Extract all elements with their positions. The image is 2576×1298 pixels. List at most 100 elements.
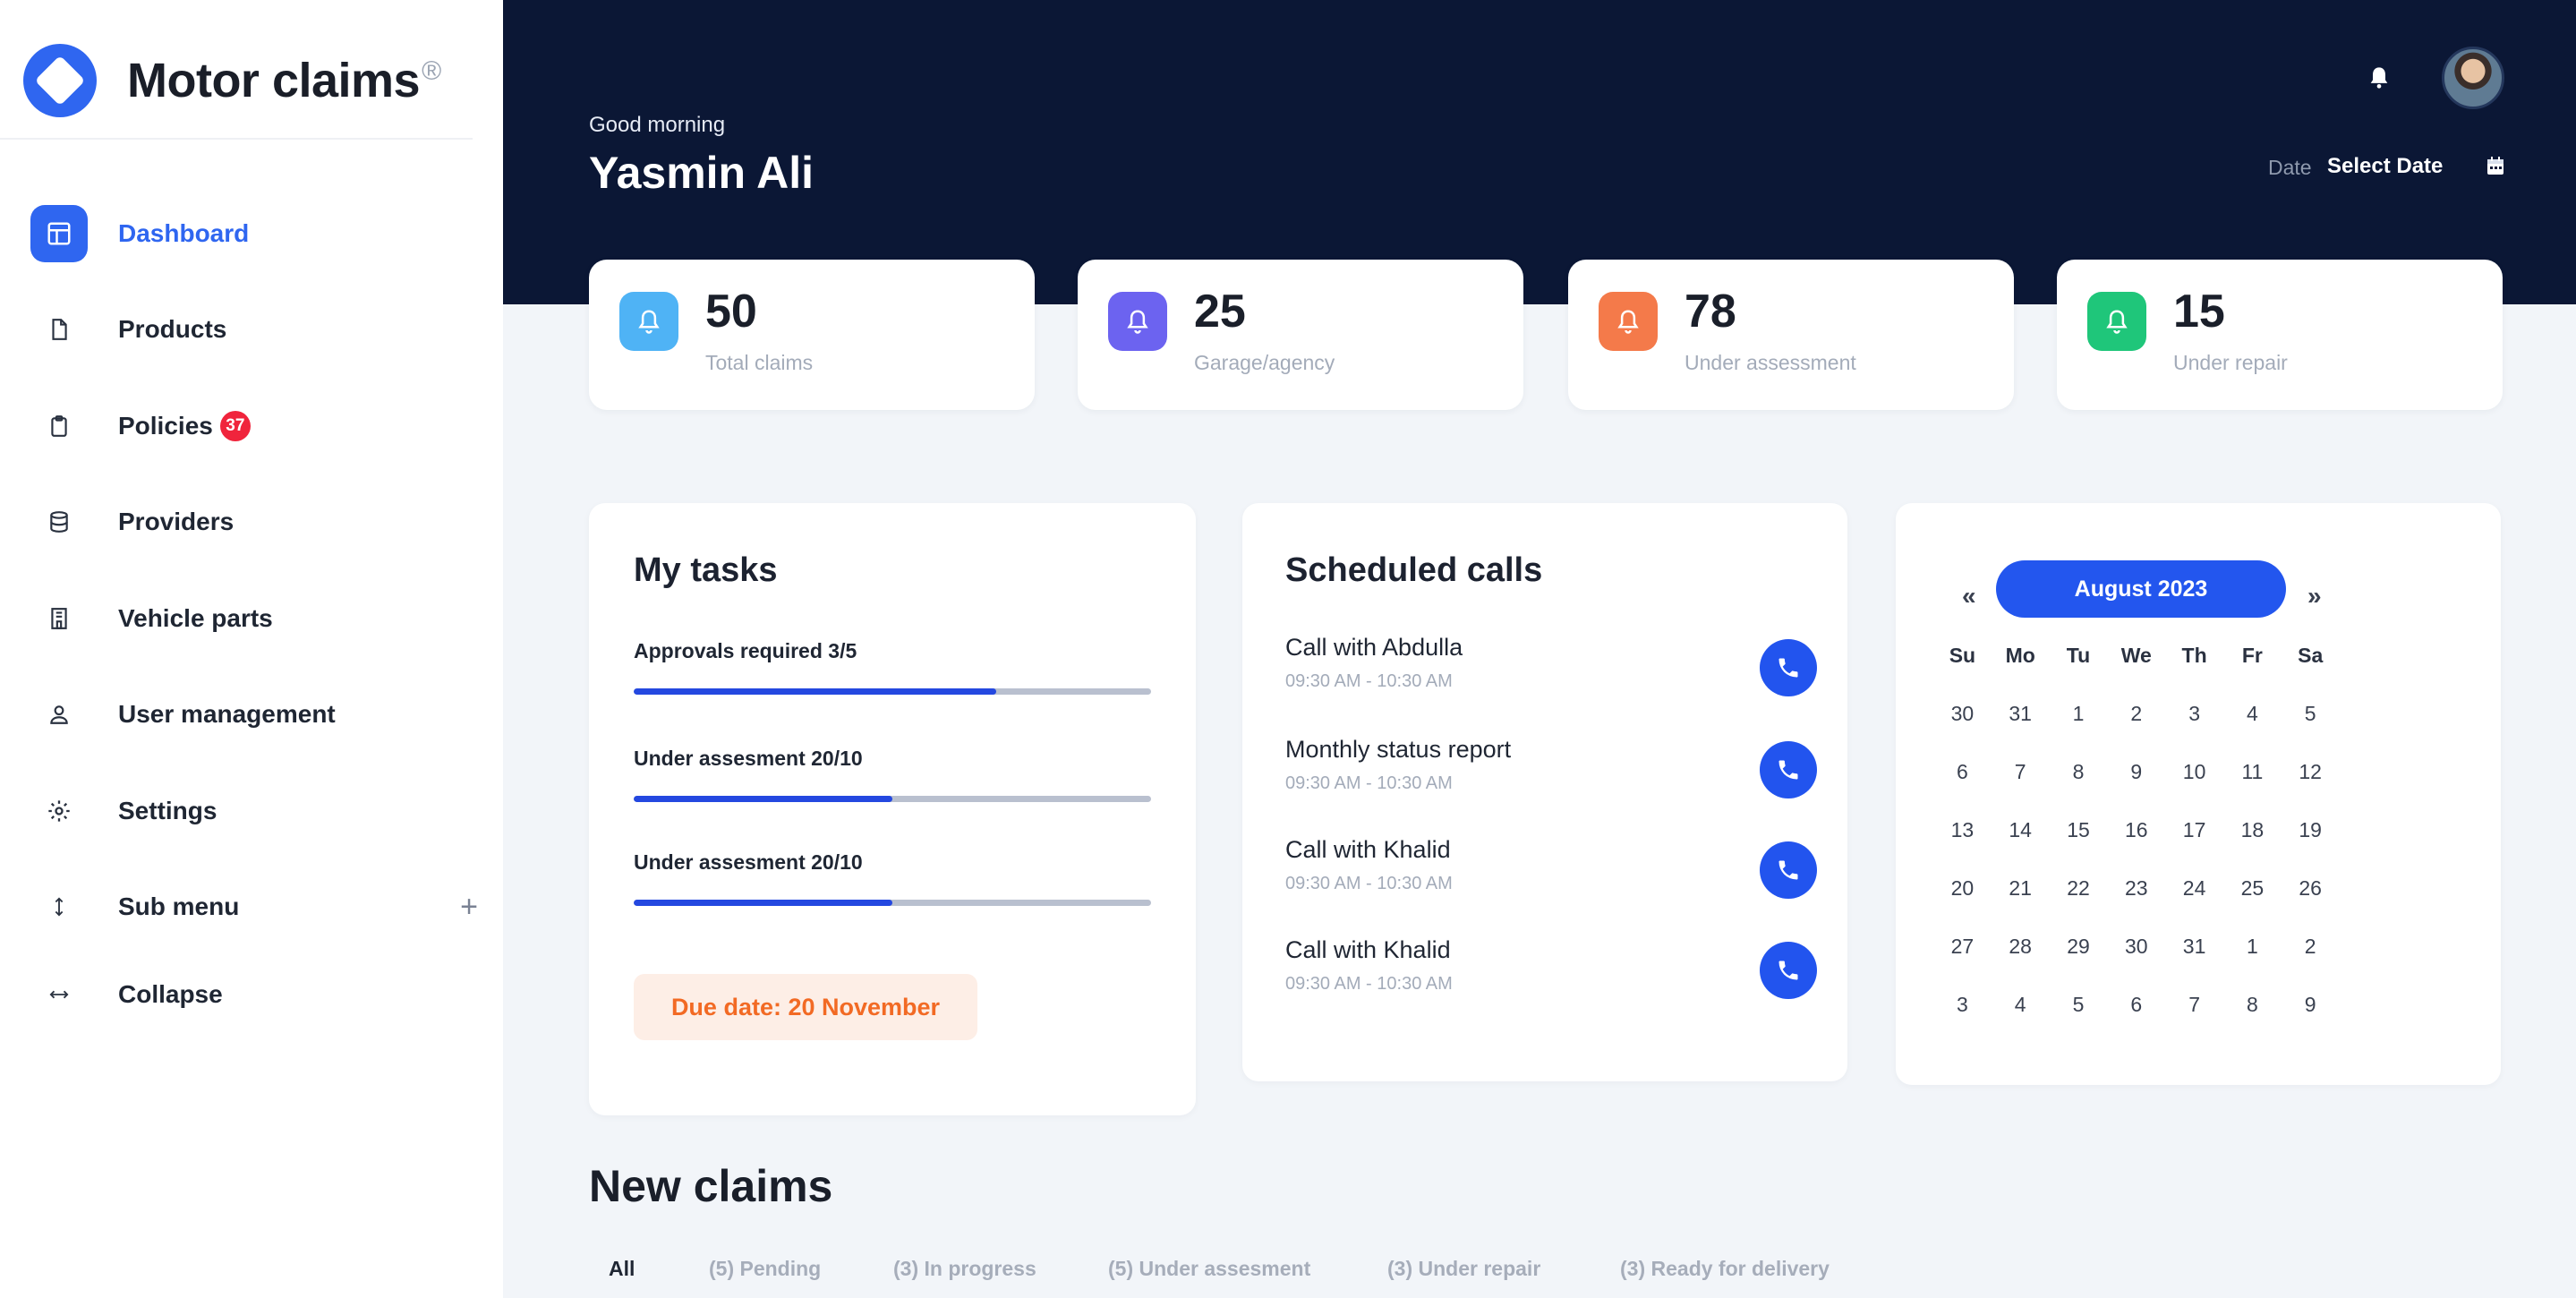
stat-card-under-assessment[interactable]: 78 Under assessment: [1568, 260, 2014, 410]
calendar-day[interactable]: 2: [2107, 685, 2165, 743]
call-button[interactable]: [1760, 741, 1817, 798]
calendar-day[interactable]: 28: [1992, 918, 2050, 976]
calendar-day[interactable]: 30: [1933, 685, 1992, 743]
bell-icon: [619, 292, 678, 351]
phone-icon: [1778, 860, 1798, 880]
calendar-day[interactable]: 22: [2050, 859, 2108, 918]
calendar-day[interactable]: 8: [2050, 743, 2108, 801]
task-label: Under assesment 20/10: [634, 747, 863, 770]
stat-card-under-repair[interactable]: 15 Under repair: [2057, 260, 2503, 410]
notification-bell-icon[interactable]: [2367, 64, 2392, 91]
filter-tab-in-progress[interactable]: (3) In progress: [893, 1257, 1036, 1281]
calendar-day[interactable]: 20: [1933, 859, 1992, 918]
call-button[interactable]: [1760, 942, 1817, 999]
sidebar-item-vehicle-parts[interactable]: Vehicle parts: [30, 589, 478, 648]
calendar-day[interactable]: 9: [2282, 976, 2340, 1034]
brand[interactable]: Motor claims®: [23, 43, 441, 118]
filter-tab-all[interactable]: All: [609, 1257, 635, 1281]
calendar-day[interactable]: 8: [2223, 976, 2282, 1034]
sidebar-item-providers[interactable]: Providers: [30, 492, 478, 551]
calendar-day[interactable]: 1: [2223, 918, 2282, 976]
calendar-day[interactable]: 12: [2282, 743, 2340, 801]
calendar-day[interactable]: 25: [2223, 859, 2282, 918]
call-button[interactable]: [1760, 841, 1817, 899]
sub-menu-expand-icon[interactable]: +: [460, 890, 478, 925]
calendar-next-button[interactable]: »: [2307, 582, 2322, 611]
filter-tab-under-repair[interactable]: (3) Under repair: [1387, 1257, 1540, 1281]
calendar-day[interactable]: 9: [2107, 743, 2165, 801]
my-tasks-title: My tasks: [634, 551, 778, 589]
calendar-weekday: Fr: [2241, 644, 2263, 667]
calendar-day[interactable]: 4: [1992, 976, 2050, 1034]
date-picker-value[interactable]: Select Date: [2327, 154, 2443, 179]
stat-card-total-claims[interactable]: 50 Total claims: [589, 260, 1035, 410]
calendar-day[interactable]: 31: [2165, 918, 2223, 976]
calendar-day[interactable]: 29: [2050, 918, 2108, 976]
calendar-weekday: We: [2120, 644, 2152, 667]
sidebar-item-sub-menu[interactable]: Sub menu +: [30, 877, 478, 936]
calendar-icon[interactable]: [2485, 154, 2506, 177]
task-item[interactable]: Under assesment 20/10: [634, 850, 1151, 906]
sidebar-item-label: Policies: [118, 412, 213, 440]
bell-icon: [1599, 292, 1658, 351]
sidebar-item-dashboard[interactable]: Dashboard: [30, 204, 478, 263]
filter-tab-ready-for-delivery[interactable]: (3) Ready for delivery: [1620, 1257, 1830, 1281]
sidebar-item-user-management[interactable]: User management: [30, 685, 478, 744]
stat-value: 50: [705, 286, 757, 337]
phone-icon: [1778, 760, 1798, 780]
calendar-weekday: Th: [2181, 644, 2207, 667]
calendar-month-button[interactable]: August 2023: [1996, 560, 2286, 618]
stat-value: 15: [2173, 286, 2225, 337]
task-progress-bar: [634, 688, 1151, 695]
calendar-day[interactable]: 6: [1933, 743, 1992, 801]
date-label: Date: [2268, 156, 2312, 179]
sidebar-item-policies[interactable]: Policies 37: [30, 397, 478, 456]
calendar-day[interactable]: 16: [2107, 801, 2165, 859]
calendar-day[interactable]: 5: [2282, 685, 2340, 743]
calendar-day[interactable]: 30: [2107, 918, 2165, 976]
calendar-day[interactable]: 18: [2223, 801, 2282, 859]
calendar-weekday: Mo: [2005, 644, 2035, 667]
calendar-day[interactable]: 6: [2107, 976, 2165, 1034]
sidebar-item-label: Dashboard: [118, 219, 250, 247]
calendar-day[interactable]: 1: [2050, 685, 2108, 743]
calendar-day[interactable]: 23: [2107, 859, 2165, 918]
task-progress-fill: [634, 900, 892, 906]
calendar-prev-button[interactable]: «: [1962, 582, 1976, 611]
stat-label: Garage/agency: [1194, 351, 1335, 374]
calendar-day[interactable]: 14: [1992, 801, 2050, 859]
calendar-day[interactable]: 15: [2050, 801, 2108, 859]
stat-card-garage-agency[interactable]: 25 Garage/agency: [1078, 260, 1523, 410]
avatar[interactable]: [2442, 47, 2504, 109]
call-time: 09:30 AM - 10:30 AM: [1285, 974, 1453, 994]
calendar-day[interactable]: 19: [2282, 801, 2340, 859]
calendar-day[interactable]: 4: [2223, 685, 2282, 743]
filter-tab-pending[interactable]: (5) Pending: [709, 1257, 821, 1281]
calendar-day[interactable]: 31: [1992, 685, 2050, 743]
calendar-day[interactable]: 24: [2165, 859, 2223, 918]
calendar-day[interactable]: 17: [2165, 801, 2223, 859]
brand-registered-mark: ®: [422, 56, 441, 86]
calendar-day[interactable]: 13: [1933, 801, 1992, 859]
brand-name: Motor claims®: [127, 53, 441, 108]
calendar-day[interactable]: 10: [2165, 743, 2223, 801]
task-item[interactable]: Under assesment 20/10: [634, 747, 1151, 802]
call-button[interactable]: [1760, 639, 1817, 696]
bell-icon: [1108, 292, 1167, 351]
calendar-day[interactable]: 21: [1992, 859, 2050, 918]
calendar-day[interactable]: 27: [1933, 918, 1992, 976]
sidebar-item-products[interactable]: Products: [30, 300, 478, 359]
sidebar-item-settings[interactable]: Settings: [30, 781, 478, 841]
sidebar-item-collapse[interactable]: Collapse: [30, 965, 478, 1024]
call-item: Call with Khalid 09:30 AM - 10:30 AM: [1285, 836, 1817, 908]
task-item[interactable]: Approvals required 3/5: [634, 639, 1151, 695]
calendar-day[interactable]: 7: [1992, 743, 2050, 801]
calendar-day[interactable]: 2: [2282, 918, 2340, 976]
calendar-day[interactable]: 26: [2282, 859, 2340, 918]
calendar-day[interactable]: 7: [2165, 976, 2223, 1034]
calendar-day[interactable]: 3: [1933, 976, 1992, 1034]
calendar-day[interactable]: 11: [2223, 743, 2282, 801]
calendar-day[interactable]: 3: [2165, 685, 2223, 743]
filter-tab-under-assesment[interactable]: (5) Under assesment: [1108, 1257, 1310, 1281]
calendar-day[interactable]: 5: [2050, 976, 2108, 1034]
